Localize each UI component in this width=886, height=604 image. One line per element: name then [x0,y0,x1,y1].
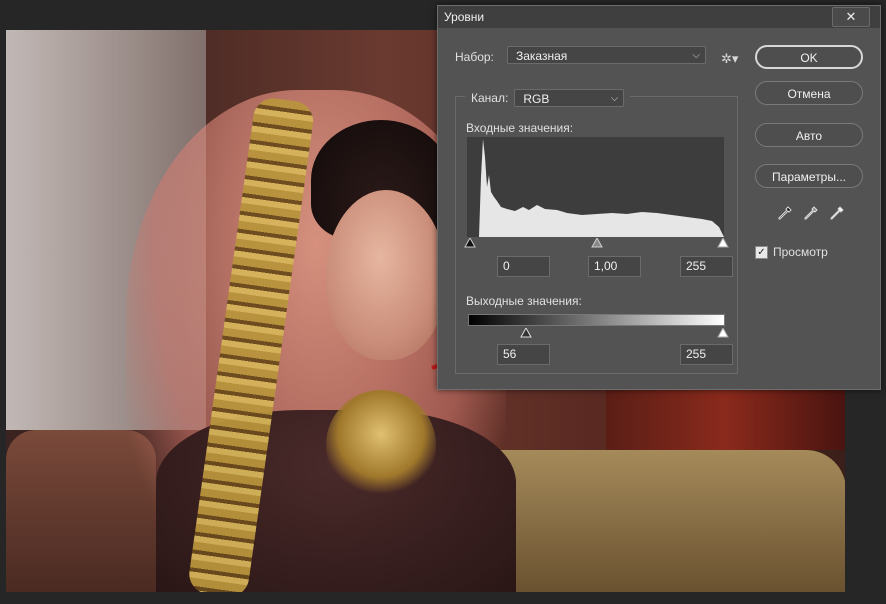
chevron-down-icon: ⌵ [610,93,619,104]
channel-legend: Канал: RGB ⌵ [465,89,631,107]
dialog-title: Уровни [444,10,485,24]
preview-checkbox[interactable]: ✓ [755,246,768,259]
white-eyedropper-icon[interactable] [830,206,844,226]
preset-select[interactable]: Заказная ⌵ [507,46,706,64]
channel-value: RGB [523,92,550,106]
input-gamma-field[interactable]: 1,00 [588,256,641,277]
ok-button[interactable]: OK [755,45,863,69]
channel-label: Канал: [471,91,509,105]
histogram [467,137,724,237]
close-button[interactable]: ✕ [832,7,870,27]
histogram-curve [467,139,724,237]
photo-face [326,190,446,360]
output-gradient-bar [468,314,725,326]
levels-dialog: Уровни ✕ Набор: Заказная ⌵ ✲▾ Канал: RGB… [437,5,881,390]
black-eyedropper-icon[interactable] [778,206,792,226]
photo-necklace [326,390,436,500]
output-levels-label: Выходные значения: [466,294,582,308]
preview-label: Просмотр [773,245,828,259]
input-levels-label: Входные значения: [466,121,574,135]
gray-eyedropper-icon[interactable] [804,206,818,226]
cancel-button[interactable]: Отмена [755,81,863,105]
preset-label: Набор: [455,50,494,64]
input-black-field[interactable]: 0 [497,256,550,277]
preset-value: Заказная [516,49,568,63]
output-black-field[interactable]: 56 [497,344,550,365]
chevron-down-icon: ⌵ [692,50,700,61]
input-white-field[interactable]: 255 [680,256,733,277]
dialog-titlebar[interactable]: Уровни ✕ [438,6,880,28]
gear-icon[interactable]: ✲▾ [721,51,738,67]
output-white-field[interactable]: 255 [680,344,733,365]
channel-select[interactable]: RGB ⌵ [514,89,625,107]
auto-button[interactable]: Авто [755,123,863,147]
options-button[interactable]: Параметры... [755,164,863,188]
